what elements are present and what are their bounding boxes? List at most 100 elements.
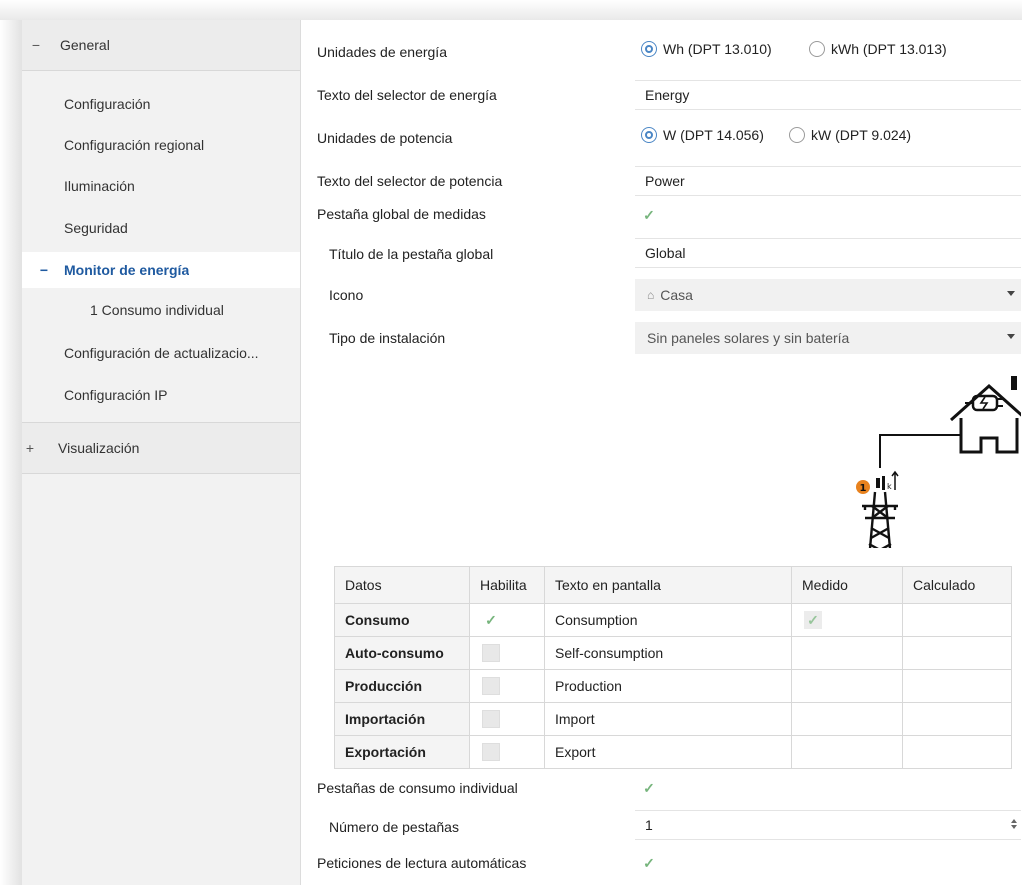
install-type-select[interactable]: Sin paneles solares y sin batería: [635, 322, 1021, 354]
row-name: Consumo: [334, 603, 470, 637]
input-value: 1: [645, 817, 653, 833]
enable-checkbox[interactable]: [482, 644, 500, 662]
content-area: Unidades de energía Wh (DPT 13.010) kWh …: [301, 20, 1022, 885]
icon-select[interactable]: ⌂ Casa: [635, 279, 1021, 311]
radio-w[interactable]: W (DPT 14.056): [641, 127, 764, 143]
sidebar-group-general[interactable]: − General: [22, 20, 300, 71]
sidebar: − General Configuración Configuración re…: [22, 20, 301, 885]
row-name: Exportación: [334, 735, 470, 769]
table-row: Auto-consumo Self-consumption: [334, 636, 1012, 670]
sidebar-item-seguridad[interactable]: Seguridad: [22, 210, 300, 246]
radio-kwh[interactable]: kWh (DPT 13.013): [809, 41, 947, 57]
power-text-input[interactable]: Power: [635, 166, 1021, 196]
column-header: Datos: [334, 566, 470, 604]
calculated-cell: [902, 603, 1012, 637]
auto-read-checkbox[interactable]: ✓: [641, 855, 657, 871]
measured-cell: [791, 735, 903, 769]
global-title-input[interactable]: Global: [635, 238, 1021, 268]
sidebar-item-configuracion-regional[interactable]: Configuración regional: [22, 127, 300, 163]
expand-icon[interactable]: +: [24, 440, 36, 456]
table-row: Consumo ✓ Consumption ✓: [334, 603, 1012, 637]
screen-text-cell[interactable]: Import: [544, 702, 792, 736]
chevron-down-icon: [1007, 334, 1015, 339]
house-plug-icon: [949, 376, 1021, 454]
collapse-icon[interactable]: −: [38, 262, 50, 278]
collapse-icon[interactable]: −: [30, 37, 42, 53]
sidebar-group-visualizacion[interactable]: + Visualización: [22, 422, 300, 474]
window-frame-left: [0, 20, 22, 885]
column-header: Calculado: [902, 566, 1012, 604]
calculated-cell: [902, 702, 1012, 736]
enable-cell: [469, 636, 545, 670]
global-tab-checkbox[interactable]: ✓: [641, 207, 657, 223]
input-value: Energy: [645, 87, 690, 103]
data-table: Datos Habilita Texto en pantalla Medido …: [334, 566, 1012, 769]
calculated-cell: [902, 735, 1012, 769]
screen-text-cell[interactable]: Export: [544, 735, 792, 769]
radio-selected-icon: [641, 41, 657, 57]
enable-cell: [469, 669, 545, 703]
input-value: Global: [645, 245, 686, 261]
radio-label: kWh (DPT 13.013): [831, 41, 947, 57]
sidebar-item-label: Monitor de energía: [64, 262, 190, 278]
window-frame-top: [0, 0, 1022, 20]
radio-unselected-icon: [809, 41, 825, 57]
sidebar-item-configuracion[interactable]: Configuración: [22, 86, 300, 122]
power-units-label: Unidades de potencia: [317, 130, 453, 146]
radio-wh[interactable]: Wh (DPT 13.010): [641, 41, 772, 57]
radio-selected-icon: [641, 127, 657, 143]
select-value: Sin paneles solares y sin batería: [647, 330, 850, 346]
measured-checkbox[interactable]: ✓: [804, 611, 822, 629]
tab-count-label: Número de pestañas: [329, 819, 459, 835]
enable-checkbox[interactable]: [482, 677, 500, 695]
sidebar-item-label: Configuración regional: [64, 137, 205, 153]
table-row: Exportación Export: [334, 735, 1012, 769]
column-header: Habilita: [469, 566, 545, 604]
radio-label: W (DPT 14.056): [663, 127, 764, 143]
house-icon: ⌂: [647, 288, 655, 302]
enable-checkbox[interactable]: [482, 743, 500, 761]
enable-cell: ✓: [469, 603, 545, 637]
stepper-up-icon[interactable]: [1011, 819, 1017, 823]
measured-cell: [791, 669, 903, 703]
badge-number: 1: [860, 483, 867, 494]
column-header: Medido: [791, 566, 903, 604]
energy-text-input[interactable]: Energy: [635, 80, 1021, 110]
sidebar-item-configuracion-ip[interactable]: Configuración IP: [22, 377, 300, 413]
radio-kw[interactable]: kW (DPT 9.024): [789, 127, 911, 143]
sidebar-item-label: Configuración IP: [64, 387, 168, 403]
enable-checkbox[interactable]: ✓: [482, 611, 500, 629]
tab-count-stepper[interactable]: 1: [635, 810, 1021, 840]
screen-text-cell[interactable]: Consumption: [544, 603, 792, 637]
sidebar-item-label: Configuración de actualizacio...: [64, 345, 259, 361]
installation-diagram: k 1: [856, 376, 1021, 548]
sidebar-item-monitor-energia[interactable]: − Monitor de energía: [22, 252, 300, 288]
measured-cell: [791, 702, 903, 736]
row-name: Importación: [334, 702, 470, 736]
svg-text:k: k: [887, 482, 892, 491]
calculated-cell: [902, 669, 1012, 703]
sidebar-item-label: Iluminación: [64, 178, 135, 194]
chevron-down-icon: [1007, 291, 1015, 296]
settings-panel: − General Configuración Configuración re…: [22, 20, 1022, 885]
screen-text-cell[interactable]: Production: [544, 669, 792, 703]
stepper-arrows-icon[interactable]: [1009, 817, 1019, 833]
screen-text-cell[interactable]: Self-consumption: [544, 636, 792, 670]
sidebar-group-label: General: [60, 37, 110, 53]
sidebar-item-actualizacion[interactable]: Configuración de actualizacio...: [22, 335, 300, 371]
power-tower-icon: [862, 491, 898, 548]
enable-cell: [469, 702, 545, 736]
meter-icon: k: [876, 470, 899, 491]
install-type-label: Tipo de instalación: [329, 330, 446, 346]
global-title-label: Título de la pestaña global: [329, 246, 494, 262]
sidebar-item-iluminacion[interactable]: Iluminación: [22, 168, 300, 204]
radio-label: Wh (DPT 13.010): [663, 41, 772, 57]
sidebar-group-label: Visualización: [58, 440, 140, 456]
measured-cell: ✓: [791, 603, 903, 637]
individual-tabs-checkbox[interactable]: ✓: [641, 780, 657, 796]
sidebar-item-consumo-individual[interactable]: 1 Consumo individual: [22, 292, 300, 328]
global-tab-label: Pestaña global de medidas: [317, 206, 486, 222]
stepper-down-icon[interactable]: [1011, 825, 1017, 829]
enable-checkbox[interactable]: [482, 710, 500, 728]
energy-units-label: Unidades de energía: [317, 44, 447, 60]
